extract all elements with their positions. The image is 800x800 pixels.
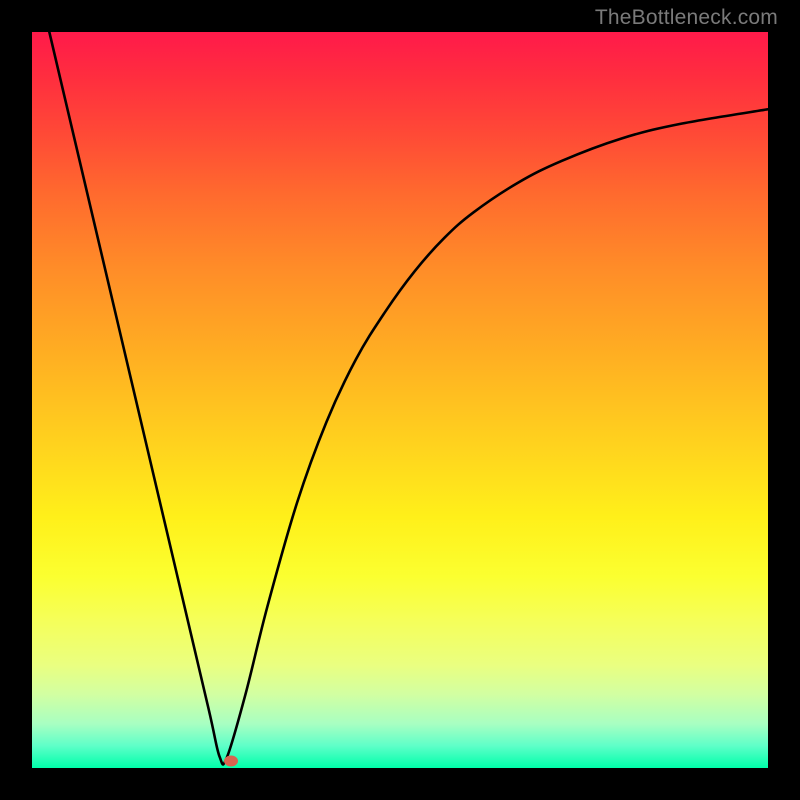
chart-container: TheBottleneck.com	[0, 0, 800, 800]
bottleneck-curve	[32, 0, 768, 764]
optimum-marker	[224, 755, 238, 766]
curve-svg	[32, 32, 768, 768]
plot-area	[32, 32, 768, 768]
watermark-text: TheBottleneck.com	[595, 6, 778, 30]
